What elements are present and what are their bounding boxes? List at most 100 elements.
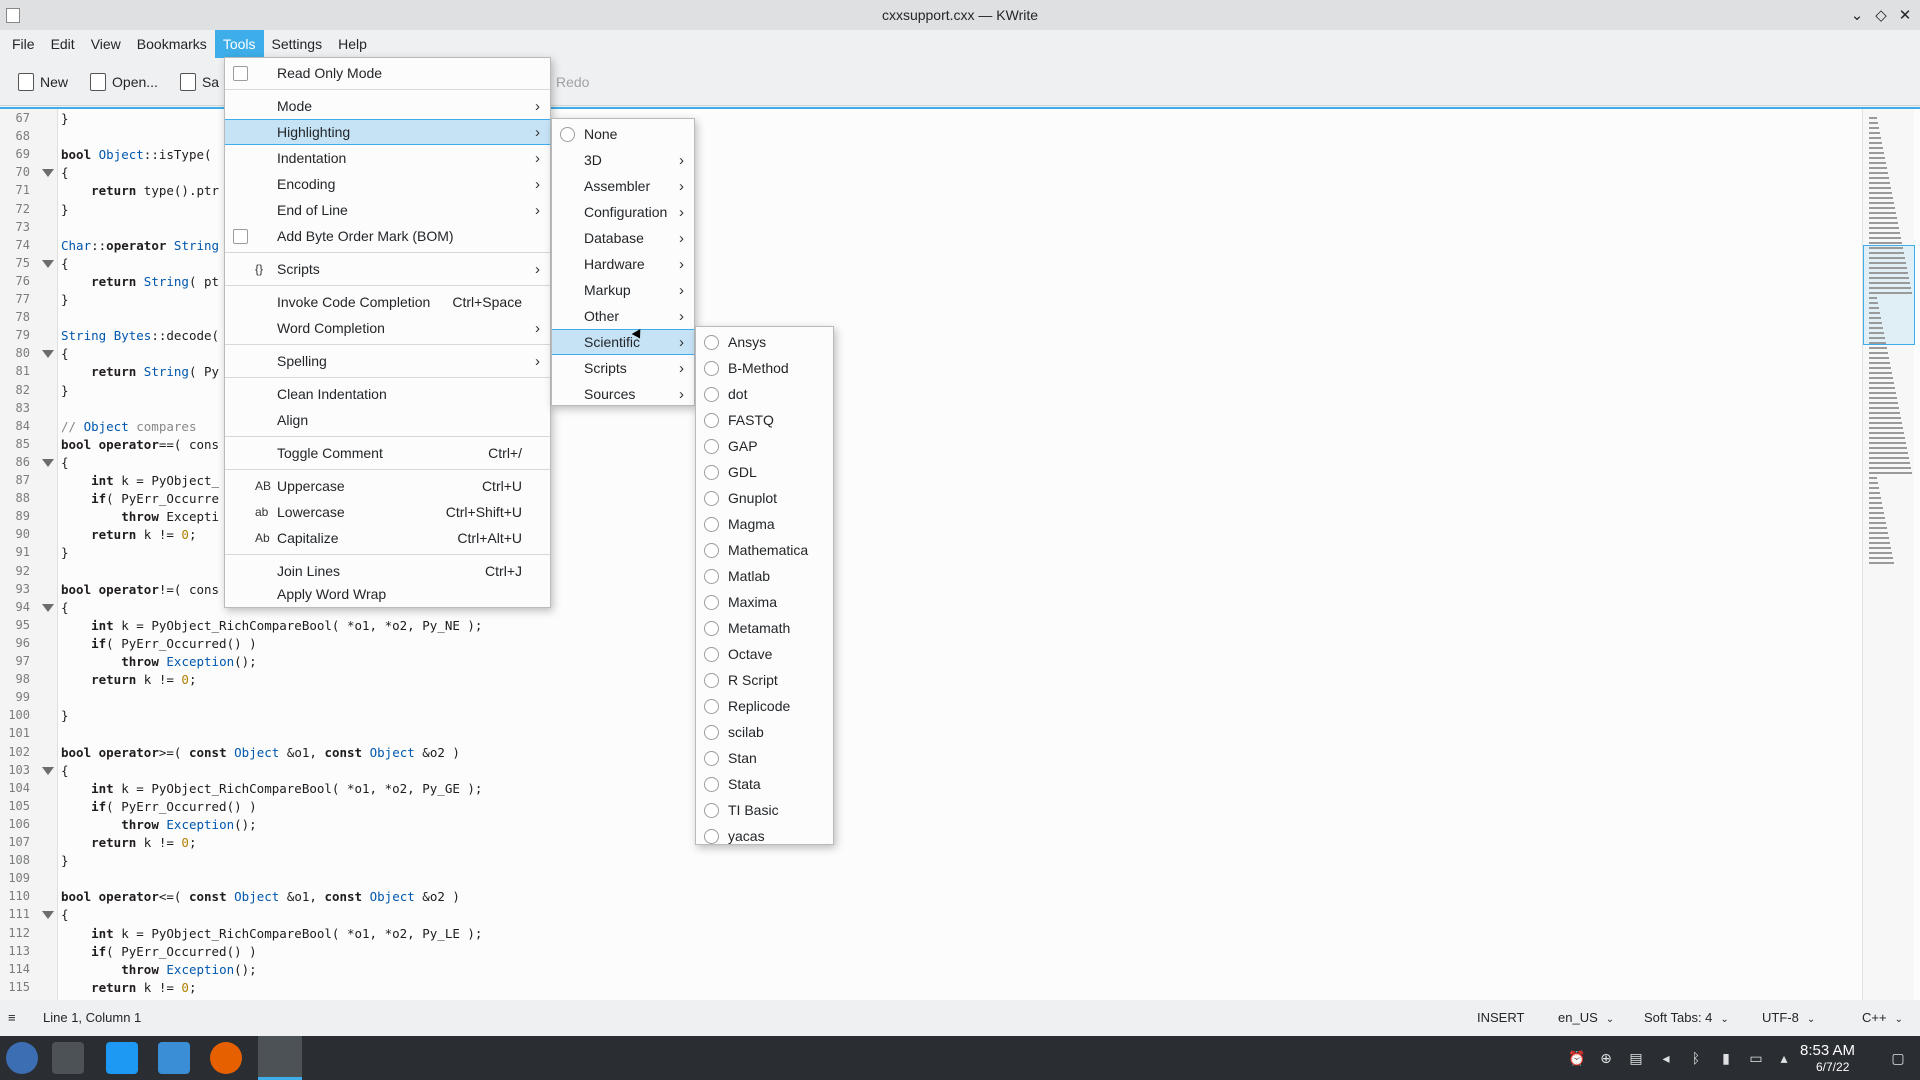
menu-edit[interactable]: Edit — [43, 30, 83, 58]
code-line[interactable]: } — [61, 545, 69, 560]
radio-button[interactable] — [704, 438, 719, 454]
file-manager-icon[interactable] — [158, 1042, 190, 1074]
fold-marker-icon[interactable] — [42, 458, 54, 467]
menu-item-apply-word-wrap[interactable]: Apply Word Wrap — [225, 581, 550, 607]
scientific-item-metamath[interactable]: Metamath — [696, 615, 833, 641]
code-line[interactable]: { — [61, 600, 69, 615]
volume-icon[interactable]: ◂ — [1658, 1050, 1674, 1066]
notifications-icon[interactable]: ⏰ — [1568, 1050, 1585, 1066]
scientific-item-mathematica[interactable]: Mathematica — [696, 537, 833, 563]
radio-button[interactable] — [704, 750, 719, 766]
menu-item-clean-indentation[interactable]: Clean Indentation — [225, 381, 550, 407]
fold-marker-icon[interactable] — [42, 766, 54, 775]
code-line[interactable]: int k = PyObject_RichCompareBool( *o1, *… — [61, 926, 482, 941]
scientific-item-dot[interactable]: dot — [696, 381, 833, 407]
scientific-item-ti-basic[interactable]: TI Basic — [696, 797, 833, 823]
store-icon[interactable] — [106, 1042, 138, 1074]
code-line[interactable]: bool operator!=( cons — [61, 582, 219, 597]
menu-item-toggle-comment[interactable]: Toggle Comment Ctrl+/ — [225, 440, 550, 466]
radio-button[interactable] — [560, 126, 575, 142]
highlighting-item-markup[interactable]: Markup › — [552, 277, 694, 303]
open-button[interactable]: Open... — [82, 66, 166, 98]
code-line[interactable]: } — [61, 383, 69, 398]
menu-settings[interactable]: Settings — [264, 30, 331, 58]
menu-file[interactable]: File — [4, 30, 43, 58]
radio-button[interactable] — [704, 568, 719, 584]
radio-button[interactable] — [704, 594, 719, 610]
radio-button[interactable] — [704, 464, 719, 480]
tab-settings-selector[interactable]: Soft Tabs: 4 ⌄ — [1644, 1010, 1729, 1025]
highlighting-item-scientific[interactable]: Scientific › — [552, 329, 694, 355]
code-line[interactable]: return String( pt — [61, 274, 219, 289]
task-manager-icon[interactable] — [52, 1042, 84, 1074]
radio-button[interactable] — [704, 334, 719, 350]
application-launcher-icon[interactable] — [6, 1042, 38, 1074]
code-line[interactable]: if( PyErr_Occurred() ) — [61, 636, 257, 651]
code-line[interactable]: String Bytes::decode( — [61, 328, 219, 343]
show-desktop-icon[interactable]: ▢ — [1890, 1050, 1906, 1066]
bluetooth-icon[interactable]: ᛒ — [1688, 1050, 1704, 1066]
network-icon[interactable]: ▭ — [1748, 1050, 1764, 1066]
clipboard-icon[interactable]: ▤ — [1628, 1050, 1644, 1066]
scientific-item-magma[interactable]: Magma — [696, 511, 833, 537]
fold-marker-icon[interactable] — [42, 259, 54, 268]
code-line[interactable]: { — [61, 907, 69, 922]
code-line[interactable]: { — [61, 165, 69, 180]
menu-item-encoding[interactable]: Encoding › — [225, 171, 550, 197]
code-line[interactable]: Char::operator String — [61, 238, 219, 253]
scientific-item-fastq[interactable]: FASTQ — [696, 407, 833, 433]
menu-item-spelling[interactable]: Spelling › — [225, 348, 550, 374]
code-line[interactable]: return type().ptr — [61, 183, 219, 198]
scientific-item-octave[interactable]: Octave — [696, 641, 833, 667]
redo-button[interactable]: Redo — [548, 66, 597, 98]
highlighting-item-sources[interactable]: Sources › — [552, 381, 694, 407]
radio-button[interactable] — [704, 516, 719, 532]
encoding-selector[interactable]: UTF-8 ⌄ — [1762, 1010, 1815, 1025]
minimize-icon[interactable]: ⌄ — [1846, 4, 1868, 26]
code-line[interactable]: int k = PyObject_RichCompareBool( *o1, *… — [61, 618, 482, 633]
menu-item-align[interactable]: Align — [225, 407, 550, 433]
radio-button[interactable] — [704, 620, 719, 636]
menu-help[interactable]: Help — [330, 30, 375, 58]
scientific-item-gap[interactable]: GAP — [696, 433, 833, 459]
cursor-position[interactable]: Line 1, Column 1 — [43, 1010, 141, 1025]
scientific-item-stata[interactable]: Stata — [696, 771, 833, 797]
code-line[interactable]: bool operator<=( const Object &o1, const… — [61, 889, 460, 904]
radio-button[interactable] — [704, 646, 719, 662]
radio-button[interactable] — [704, 542, 719, 558]
scientific-item-scilab[interactable]: scilab — [696, 719, 833, 745]
highlighting-item-database[interactable]: Database › — [552, 225, 694, 251]
code-line[interactable]: int k = PyObject_ — [61, 473, 219, 488]
highlighting-item-hardware[interactable]: Hardware › — [552, 251, 694, 277]
fold-marker-icon[interactable] — [42, 350, 54, 359]
radio-button[interactable] — [704, 386, 719, 402]
menu-item-bom[interactable]: Add Byte Order Mark (BOM) — [225, 223, 550, 249]
highlighting-item-other[interactable]: Other › — [552, 303, 694, 329]
highlighting-item-none[interactable]: None — [552, 121, 694, 147]
code-line[interactable]: } — [61, 853, 69, 868]
battery-icon[interactable]: ▮ — [1718, 1050, 1734, 1066]
scientific-item-maxima[interactable]: Maxima — [696, 589, 833, 615]
code-line[interactable]: { — [61, 256, 69, 271]
kwrite-task-icon[interactable] — [258, 1036, 302, 1080]
radio-button[interactable] — [704, 802, 719, 818]
input-mode[interactable]: INSERT — [1477, 1010, 1524, 1025]
save-button[interactable]: Sa — [172, 66, 227, 98]
scientific-item-yacas[interactable]: yacas — [696, 823, 833, 849]
code-line[interactable]: { — [61, 763, 69, 778]
highlighting-item-scripts[interactable]: Scripts › — [552, 355, 694, 381]
code-line[interactable]: if( PyErr_Occurred() ) — [61, 944, 257, 959]
code-line[interactable]: return String( Py — [61, 364, 219, 379]
scientific-item-r-script[interactable]: R Script — [696, 667, 833, 693]
radio-button[interactable] — [704, 672, 719, 688]
code-line[interactable]: bool Object::isType( — [61, 147, 212, 162]
minimap-viewport[interactable] — [1863, 245, 1915, 345]
menu-item-lowercase[interactable]: ab Lowercase Ctrl+Shift+U — [225, 499, 550, 525]
menu-item-invoke-code-completion[interactable]: Invoke Code Completion Ctrl+Space — [225, 289, 550, 315]
checkbox[interactable] — [233, 228, 248, 244]
code-line[interactable]: return k != 0; — [61, 980, 196, 995]
menu-item-word-completion[interactable]: Word Completion › — [225, 315, 550, 341]
tray-expand-icon[interactable]: ▴ — [1776, 1050, 1792, 1066]
scientific-item-ansys[interactable]: Ansys — [696, 329, 833, 355]
code-line[interactable]: throw Excepti — [61, 509, 219, 524]
